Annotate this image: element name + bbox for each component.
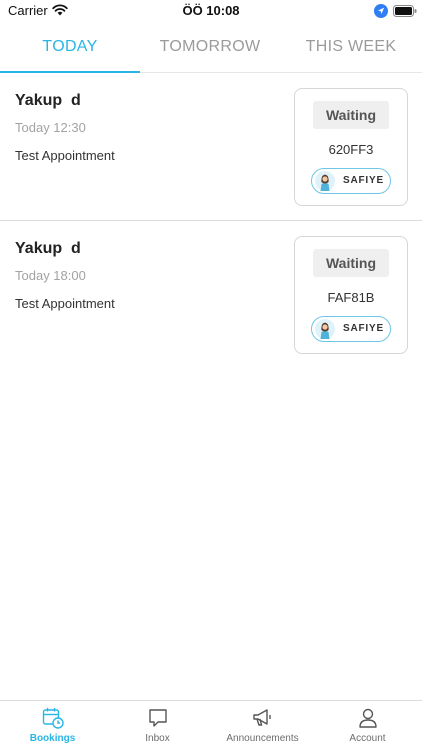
person-icon <box>359 708 377 728</box>
booking-code: FAF81B <box>327 290 375 305</box>
customer-name: Yakup d <box>15 240 81 257</box>
tab-bar-account[interactable]: Account <box>315 701 420 750</box>
tab-bar-inbox[interactable]: Inbox <box>105 701 210 750</box>
staff-chip: SAFIYE <box>311 316 391 342</box>
booking-time: Today 18:00 <box>15 268 86 283</box>
calendar-clock-icon <box>42 708 64 729</box>
booking-row[interactable]: Yakup d Today 12:30 Test Appointment Wai… <box>0 73 422 221</box>
customer-name: Yakup d <box>15 92 81 109</box>
staff-name: SAFIYE <box>343 175 384 186</box>
tab-bar-label: Announcements <box>226 733 299 744</box>
tab-tomorrow[interactable]: TOMORROW <box>140 25 280 73</box>
battery-icon <box>393 5 417 17</box>
tab-this-week[interactable]: THIS WEEK <box>281 25 421 73</box>
staff-avatar <box>315 171 335 191</box>
booking-row[interactable]: Yakup d Today 18:00 Test Appointment Wai… <box>0 221 422 369</box>
status-badge: Waiting <box>313 249 389 277</box>
status-bar: Carrier ÖÖ 10:08 <box>0 0 422 22</box>
booking-status-card: Waiting FAF81B SAFIYE <box>294 236 408 354</box>
staff-avatar <box>315 319 335 339</box>
tab-bar-bookings[interactable]: Bookings <box>0 701 105 750</box>
tab-bar-label: Account <box>349 733 386 744</box>
booking-period-tabs: TODAY TOMORROW THIS WEEK <box>0 25 422 73</box>
tab-today[interactable]: TODAY <box>0 25 140 73</box>
tab-bar-announcements[interactable]: Announcements <box>210 701 315 750</box>
booking-code: 620FF3 <box>328 142 374 157</box>
location-arrow-icon <box>374 4 388 18</box>
booking-list: Yakup d Today 12:30 Test Appointment Wai… <box>0 73 422 369</box>
booking-time: Today 12:30 <box>15 120 86 135</box>
clock: ÖÖ 10:08 <box>182 3 240 18</box>
megaphone-icon <box>253 709 271 726</box>
service-name: Test Appointment <box>15 148 115 163</box>
service-name: Test Appointment <box>15 296 115 311</box>
booking-status-card: Waiting 620FF3 SAFIYE <box>294 88 408 206</box>
staff-chip: SAFIYE <box>311 168 391 194</box>
tab-bar-label: Inbox <box>145 733 170 744</box>
tab-bar-label: Bookings <box>29 733 76 744</box>
bottom-tab-bar: Bookings Inbox Announcements Account <box>0 700 422 750</box>
status-badge: Waiting <box>313 101 389 129</box>
chat-bubble-icon <box>149 709 167 727</box>
staff-name: SAFIYE <box>343 323 384 334</box>
